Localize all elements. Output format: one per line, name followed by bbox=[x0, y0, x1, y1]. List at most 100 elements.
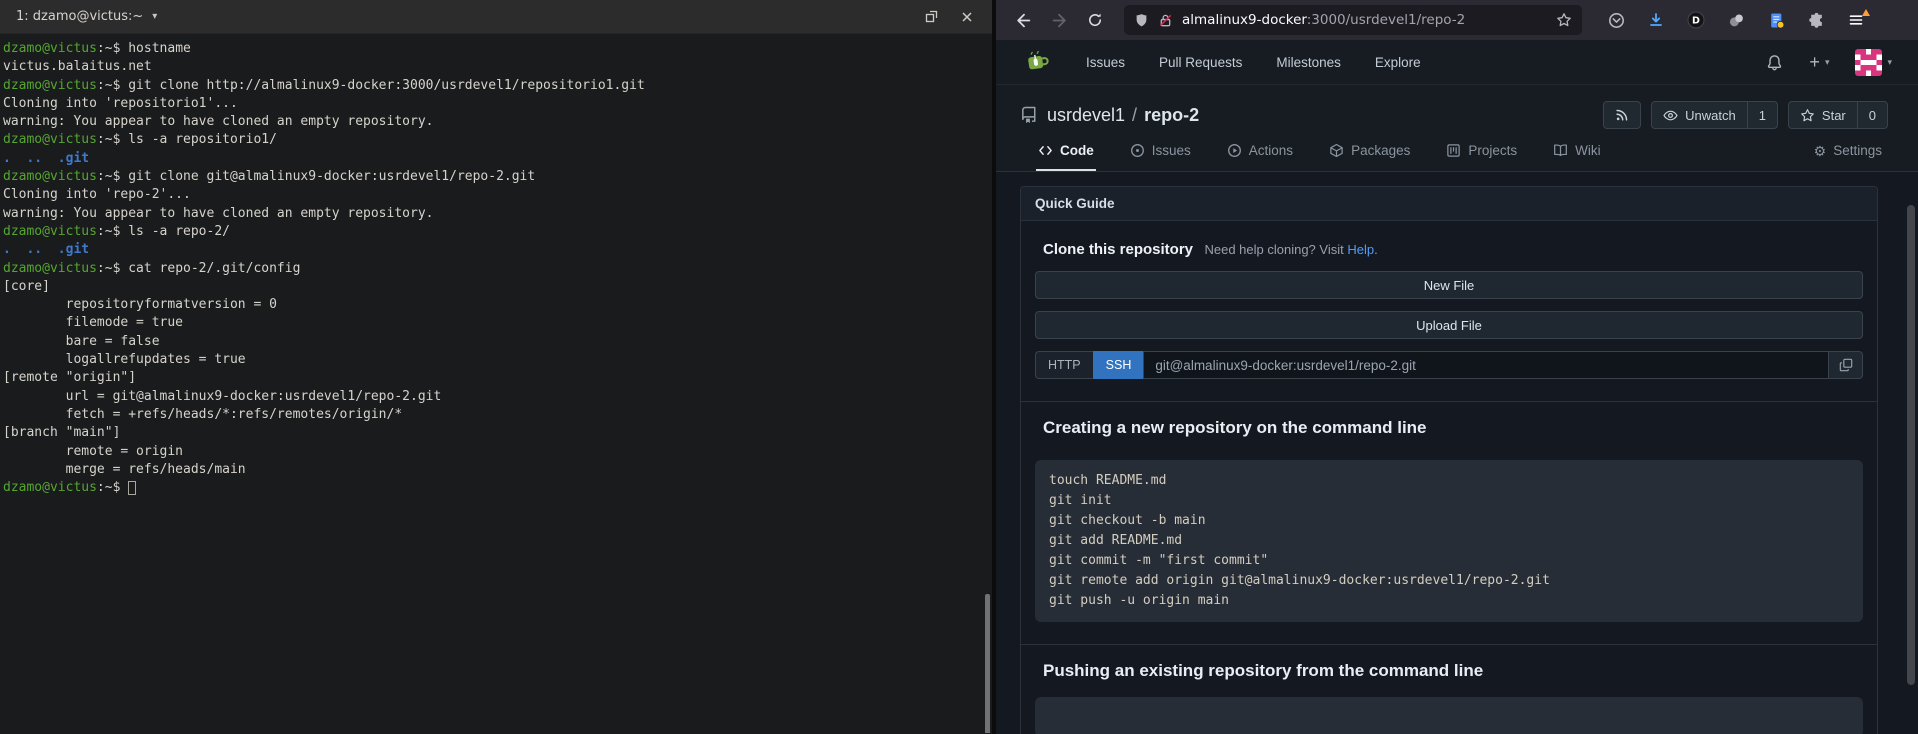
tab-projects[interactable]: Projects bbox=[1444, 143, 1519, 171]
star-button[interactable]: Star 0 bbox=[1788, 101, 1888, 129]
upload-file-button[interactable]: Upload File bbox=[1035, 311, 1863, 339]
download-button[interactable] bbox=[1644, 8, 1668, 32]
terminal-line: Cloning into 'repositorio1'... bbox=[3, 95, 988, 113]
back-button[interactable] bbox=[1008, 5, 1038, 35]
d-badge-icon: D bbox=[1687, 11, 1705, 29]
svg-text:D: D bbox=[1692, 16, 1700, 27]
extension-doc-button[interactable] bbox=[1764, 8, 1788, 32]
clone-help-post: . bbox=[1374, 242, 1378, 257]
nav-link-issues[interactable]: Issues bbox=[1086, 55, 1125, 70]
bell-icon bbox=[1766, 54, 1783, 71]
terminal-line: . .. .git bbox=[3, 150, 988, 168]
terminal-line: dzamo@victus:~$ hostname bbox=[3, 40, 988, 58]
user-avatar bbox=[1855, 49, 1882, 76]
repo-content: Quick Guide Clone this repository Need h… bbox=[1020, 186, 1878, 734]
extension-shapes-button[interactable] bbox=[1724, 8, 1748, 32]
lock-strike-icon[interactable] bbox=[1158, 13, 1173, 28]
tab-issues[interactable]: Issues bbox=[1128, 143, 1193, 171]
tab-actions[interactable]: Actions bbox=[1225, 143, 1295, 171]
terminal-line: Cloning into 'repo-2'... bbox=[3, 186, 988, 204]
update-badge bbox=[1862, 9, 1870, 16]
tab-wiki-label: Wiki bbox=[1575, 143, 1601, 158]
tab-code[interactable]: Code bbox=[1036, 143, 1096, 171]
url-path: :3000/usrdevel1/repo-2 bbox=[1307, 12, 1466, 28]
divider bbox=[1021, 401, 1877, 402]
terminal-line: fetch = +refs/heads/*:refs/remotes/origi… bbox=[3, 406, 988, 424]
quick-guide-box: Quick Guide Clone this repository Need h… bbox=[1020, 186, 1878, 734]
puzzle-icon bbox=[1808, 12, 1825, 29]
extensions-puzzle-button[interactable] bbox=[1804, 8, 1828, 32]
shield-icon[interactable] bbox=[1134, 13, 1149, 28]
repo-book-icon bbox=[1020, 106, 1038, 124]
download-icon bbox=[1648, 12, 1664, 28]
copy-url-button[interactable] bbox=[1829, 351, 1863, 379]
divider bbox=[1021, 644, 1877, 645]
terminal-screen[interactable]: dzamo@victus:~$ hostnamevictus.balaitus.… bbox=[0, 34, 992, 733]
quick-guide-body: Clone this repository Need help cloning?… bbox=[1021, 221, 1877, 734]
unwatch-button[interactable]: Unwatch 1 bbox=[1651, 101, 1778, 129]
repo-tabs: Code Issues Actions bbox=[1020, 143, 1888, 171]
terminal-cursor bbox=[128, 481, 136, 495]
gear-icon: ⚙ bbox=[1814, 144, 1827, 158]
new-file-button[interactable]: New File bbox=[1035, 271, 1863, 299]
menu-button[interactable] bbox=[1844, 8, 1868, 32]
terminal-close-button[interactable] bbox=[958, 8, 976, 26]
terminal-titlebar: 1: dzamo@victus:~ ▾ bbox=[0, 0, 992, 34]
terminal-line: bare = false bbox=[3, 333, 988, 351]
bookmark-star-icon[interactable] bbox=[1556, 12, 1572, 28]
ssh-button[interactable]: SSH bbox=[1093, 351, 1144, 379]
terminal-line: remote = origin bbox=[3, 443, 988, 461]
nav-link-milestones[interactable]: Milestones bbox=[1276, 55, 1341, 70]
tab-settings-label: Settings bbox=[1833, 143, 1882, 158]
terminal-line: repositoryformatversion = 0 bbox=[3, 296, 988, 314]
terminal-line: logallrefupdates = true bbox=[3, 351, 988, 369]
create-new-button[interactable]: + ▾ bbox=[1809, 53, 1829, 71]
url-bar[interactable]: almalinux9-docker:3000/usrdevel1/repo-2 bbox=[1124, 5, 1582, 35]
notifications-button[interactable] bbox=[1766, 54, 1783, 71]
tab-code-label: Code bbox=[1060, 143, 1094, 158]
help-link[interactable]: Help bbox=[1347, 242, 1374, 257]
tab-wiki[interactable]: Wiki bbox=[1551, 143, 1603, 171]
nav-link-explore[interactable]: Explore bbox=[1375, 55, 1421, 70]
gitea-page: Issues Pull Requests Milestones Explore … bbox=[996, 40, 1918, 734]
http-button[interactable]: HTTP bbox=[1035, 351, 1093, 379]
terminal-scrollbar[interactable] bbox=[985, 594, 990, 733]
browser-window: almalinux9-docker:3000/usrdevel1/repo-2 … bbox=[996, 0, 1918, 734]
tab-packages[interactable]: Packages bbox=[1327, 143, 1412, 171]
url-domain: almalinux9-docker bbox=[1182, 12, 1307, 28]
pocket-icon bbox=[1608, 12, 1625, 29]
terminal-tab-title: 1: dzamo@victus:~ bbox=[16, 9, 143, 24]
terminal-line: warning: You appear to have cloned an em… bbox=[3, 113, 988, 131]
tab-packages-label: Packages bbox=[1351, 143, 1410, 158]
copy-icon bbox=[1839, 358, 1853, 372]
issue-icon bbox=[1130, 143, 1145, 158]
star-count[interactable]: 0 bbox=[1857, 102, 1887, 128]
code-block-push-existing bbox=[1035, 697, 1863, 734]
browser-scrollbar[interactable] bbox=[1907, 205, 1915, 685]
gitea-logo[interactable] bbox=[1022, 47, 1052, 77]
extension-d-button[interactable]: D bbox=[1684, 8, 1708, 32]
pocket-button[interactable] bbox=[1604, 8, 1628, 32]
chevron-down-icon[interactable]: ▾ bbox=[152, 11, 157, 22]
terminal-detach-button[interactable] bbox=[922, 8, 940, 26]
terminal-line: url = git@almalinux9-docker:usrdevel1/re… bbox=[3, 388, 988, 406]
tab-settings[interactable]: ⚙ Settings bbox=[1812, 143, 1884, 171]
repo-name[interactable]: repo-2 bbox=[1144, 105, 1199, 126]
section-new-heading: Creating a new repository on the command… bbox=[1043, 418, 1863, 438]
reload-button[interactable] bbox=[1080, 5, 1110, 35]
terminal-line: dzamo@victus:~$ cat repo-2/.git/config bbox=[3, 260, 988, 278]
star-label: Star bbox=[1822, 108, 1846, 123]
clone-help-text: Need help cloning? Visit Help. bbox=[1204, 242, 1377, 257]
terminal-line: victus.balaitus.net bbox=[3, 58, 988, 76]
forward-icon bbox=[1051, 12, 1068, 29]
user-menu-button[interactable]: ▾ bbox=[1855, 49, 1892, 76]
rss-button[interactable] bbox=[1603, 101, 1641, 129]
forward-button[interactable] bbox=[1044, 5, 1074, 35]
repo-owner[interactable]: usrdevel1 bbox=[1047, 105, 1125, 126]
nav-link-pull-requests[interactable]: Pull Requests bbox=[1159, 55, 1242, 70]
clone-url-input[interactable]: git@almalinux9-docker:usrdevel1/repo-2.g… bbox=[1143, 351, 1829, 379]
book-open-icon bbox=[1553, 143, 1568, 158]
rss-icon bbox=[1615, 108, 1629, 122]
watch-count[interactable]: 1 bbox=[1747, 102, 1777, 128]
code-block-new-repo: touch README.md git init git checkout -b… bbox=[1035, 460, 1863, 622]
